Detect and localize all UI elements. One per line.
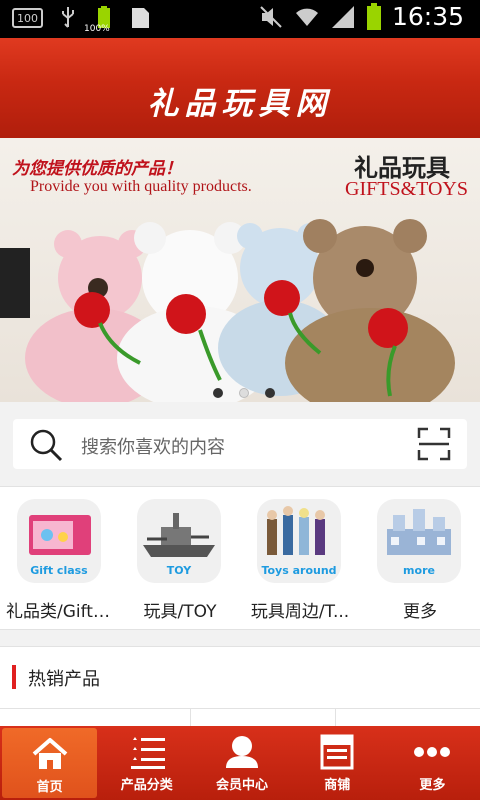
nav-label: 更多 [419,778,446,793]
category-tag: TOY [166,564,192,577]
nav-label: 会员中心 [216,778,269,793]
clock: 16:35 [391,2,464,31]
divider [335,709,336,727]
section-accent-bar [12,665,16,689]
scan-icon[interactable] [417,427,451,461]
battery-percent: 100% [84,24,110,34]
category-label: 礼品类/Gift ... [6,602,115,622]
teddy-bears-image [0,219,455,402]
carousel-dot-active[interactable] [239,388,249,398]
nav-item-home[interactable]: 首页 [2,728,98,798]
category-tag: Gift class [30,564,88,577]
section-title: 热销产品 [28,669,100,690]
divider [190,709,191,727]
nav-label: 首页 [36,780,63,795]
sd-card-icon [132,8,149,28]
carousel-dot[interactable] [213,388,223,398]
nav-label: 商铺 [324,778,351,793]
nav-item-shop[interactable]: 商铺 [290,726,385,800]
toy-ship-image: TOY [137,499,221,583]
nav-item-more[interactable]: 更多 [385,726,480,800]
gift-box-toy-image: Gift class [17,499,101,583]
carousel-dot[interactable] [265,388,275,398]
wifi-icon [295,8,318,26]
status-badge: 100 [12,8,43,28]
search-placeholder: 搜索你喜欢的内容 [81,437,225,458]
toy-figures-image: Toys around [257,499,341,583]
banner-tagline-cn: 为您提供优质的产品！ [12,159,182,179]
category-list-icon [130,737,165,769]
shop-icon [320,734,354,770]
category-label: 玩具周边/T... [250,602,350,622]
banner-carousel[interactable]: 为您提供优质的产品！ Provide you with quality prod… [0,138,480,402]
category-tag: more [403,564,435,577]
bottom-nav: 首页 产品分类 会员中心 商铺 更多 [0,726,480,800]
category-label: 更多 [403,602,437,622]
page-title: 礼品玩具网 [147,86,333,122]
user-icon [226,736,258,768]
nav-label: 产品分类 [120,778,173,793]
nav-item-member-center[interactable]: 会员中心 [194,726,289,800]
carousel-dots [213,388,275,398]
search-input[interactable]: 搜索你喜欢的内容 [13,419,467,469]
home-icon [32,738,67,769]
status-bar: 100 100% 16:35 [0,0,480,38]
hot-products-section: 热销产品 [0,646,480,727]
category-tag: Toys around [261,564,337,577]
divider [0,708,480,709]
toy-castle-image: more [377,499,461,583]
search-icon [30,429,63,462]
nav-item-categories[interactable]: 产品分类 [99,726,194,800]
more-dots-icon [414,747,451,757]
category-label: 玩具/TOY [143,602,217,622]
signal-icon [331,5,354,28]
mute-icon [260,5,282,28]
search-section: 搜索你喜欢的内容 [0,402,480,486]
usb-icon [62,7,74,28]
app-header: 礼品玩具网 [0,38,480,138]
banner-tagline-en: Provide you with quality products. [30,178,252,195]
category-grid: Gift class 礼品类/Gift ... TOY 玩具/TOY Toys … [0,486,480,630]
battery-icon [366,2,381,30]
